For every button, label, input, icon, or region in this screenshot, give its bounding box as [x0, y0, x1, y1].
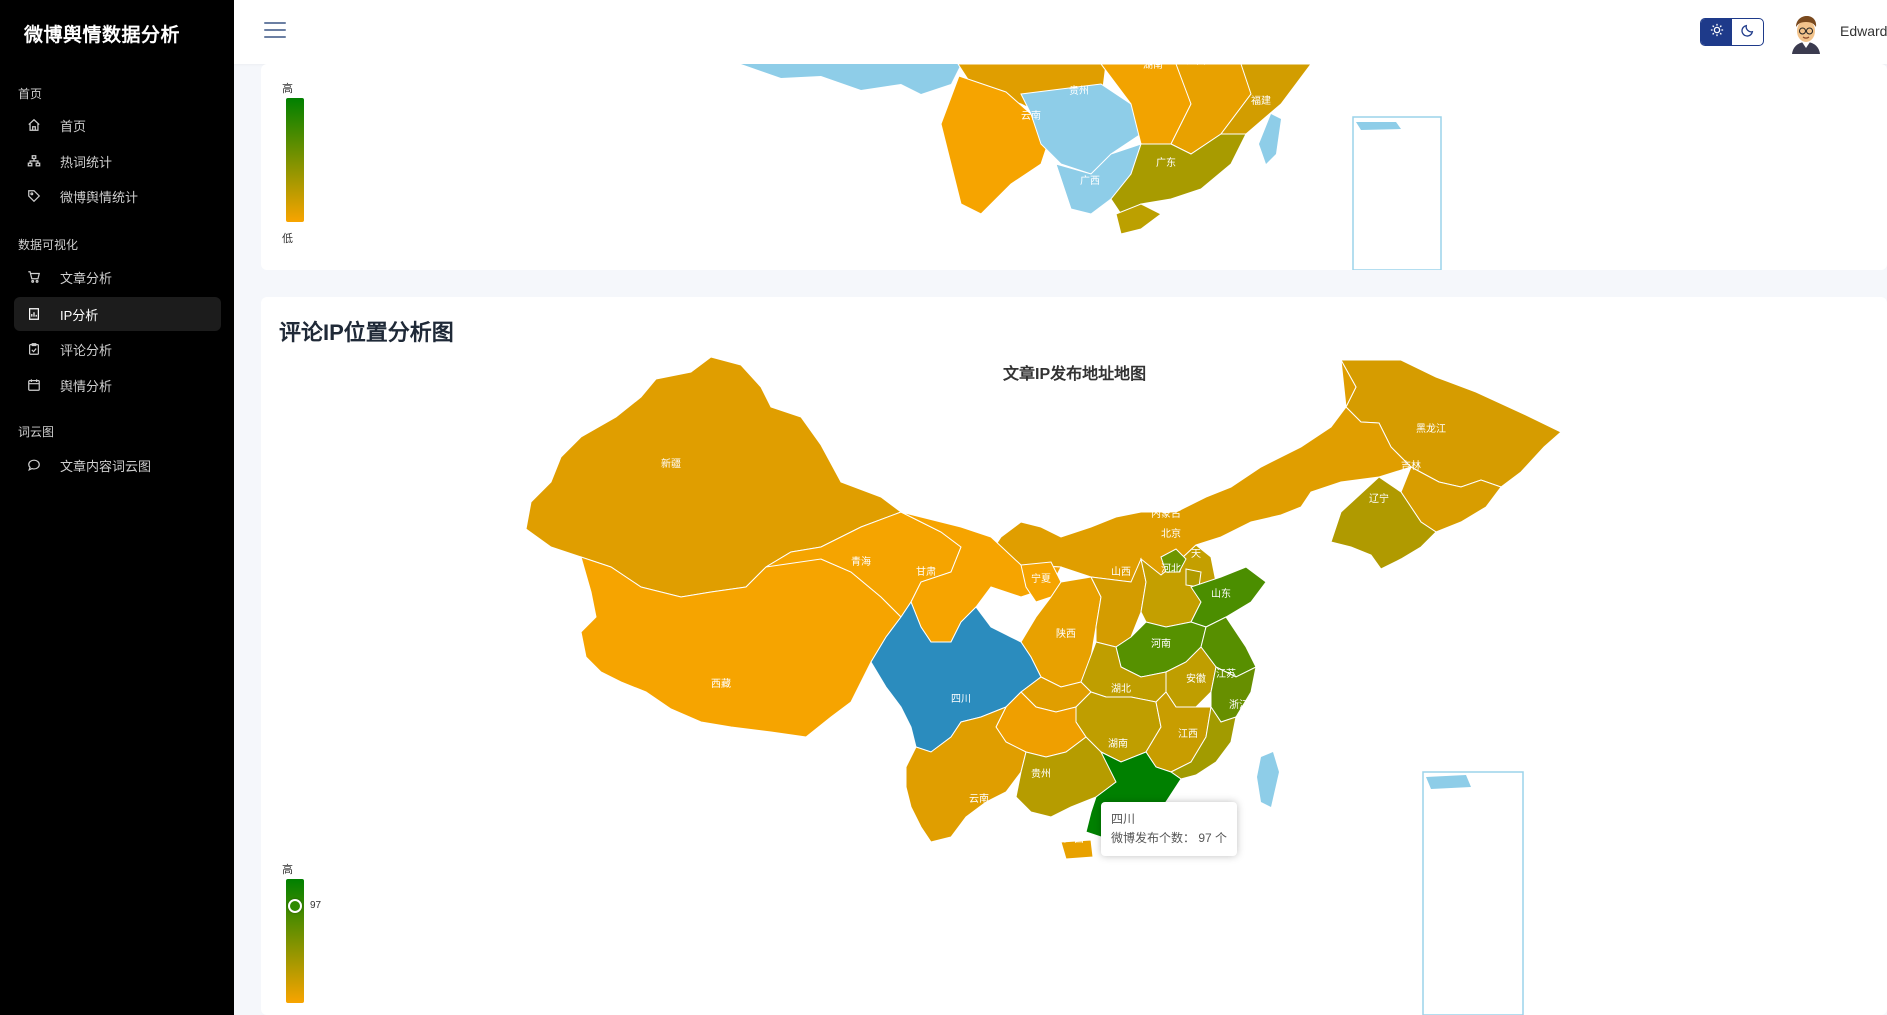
map-label-guangdong: 广东	[1156, 156, 1176, 169]
sidebar-item-sentiment-analysis[interactable]: 舆情分析	[14, 368, 221, 402]
cart-icon	[26, 269, 42, 285]
section-title-wordcloud: 词云图	[18, 425, 55, 439]
visual-map-bar[interactable]	[286, 879, 304, 1003]
map-label: 江苏	[1216, 667, 1236, 680]
map-label-jiangxi: 江西	[1186, 64, 1206, 67]
tag-icon	[26, 188, 42, 204]
sidebar-item-label: 文章内容词云图	[60, 458, 152, 474]
map-label: 安徽	[1186, 672, 1206, 685]
sidebar-item-home[interactable]: 首页	[14, 108, 221, 142]
ip-map-card: 评论IP位置分析图 文章IP发布地址地图 新疆 西藏 青海 甘肃 宁夏 内蒙古 …	[261, 297, 1887, 1015]
moon-icon	[1740, 23, 1755, 42]
section-title-visualization: 数据可视化	[18, 238, 79, 252]
map-label: 云南	[969, 792, 989, 805]
map-label: 湖南	[1108, 737, 1128, 750]
light-theme-button[interactable]	[1701, 19, 1732, 45]
map-label-hunan: 湖南	[1143, 64, 1163, 71]
topbar: Edward	[234, 0, 1887, 64]
map-label: 北京	[1161, 527, 1181, 540]
map-label: 浙江	[1229, 699, 1249, 711]
sidebar-item-article-analysis[interactable]: 文章分析	[14, 260, 221, 294]
map-label: 山西	[1111, 566, 1131, 578]
map-tooltip: 四川 微博发布个数： 97 个	[1101, 802, 1238, 856]
map-label-fujian: 福建	[1251, 94, 1271, 107]
hierarchy-icon	[26, 153, 42, 169]
visual-map-low-label: 低	[282, 233, 293, 245]
sidebar-item-ip-analysis[interactable]: IP分析	[14, 297, 221, 331]
map-label: 宁夏	[1031, 572, 1051, 585]
map-label: 湖北	[1111, 683, 1131, 695]
clipboard-icon	[26, 341, 42, 357]
top-map-card: 高 低 云南 贵州 湖南 江西 福建 广东 广西	[261, 64, 1887, 270]
map-label: 福建	[1211, 775, 1231, 788]
map-label: 江西	[1178, 728, 1198, 740]
map-label: 天	[1191, 549, 1201, 560]
map-label: 吉林	[1401, 459, 1421, 472]
map-label: 河南	[1151, 637, 1171, 650]
home-icon	[26, 117, 42, 133]
sidebar-item-comment-analysis[interactable]: 评论分析	[14, 332, 221, 366]
china-map[interactable]: 新疆 西藏 青海 甘肃 宁夏 内蒙古 黑龙江 吉林 辽宁 北京 天 河北 山西 …	[261, 297, 1887, 1015]
sidebar-item-wordcloud[interactable]: 文章内容词云图	[14, 448, 221, 482]
map-label: 贵州	[1031, 767, 1051, 780]
map-label: 广西	[1064, 833, 1084, 845]
sidebar: 微博舆情数据分析 首页 首页 热词统计 微博舆情统计 数据可视化 文章分析 IP…	[0, 0, 234, 1015]
sidebar-item-label: 文章分析	[60, 270, 113, 286]
tooltip-region: 四川	[1111, 812, 1136, 826]
username[interactable]: Edward	[1840, 23, 1887, 39]
visual-map-high-label: 高	[282, 864, 293, 876]
map-label-guizhou: 贵州	[1069, 84, 1089, 97]
calendar-icon	[26, 377, 42, 393]
south-china-sea-inset	[1422, 771, 1524, 1015]
map-label: 内蒙古	[1151, 507, 1181, 520]
dark-theme-button[interactable]	[1732, 19, 1763, 45]
visual-map-bar[interactable]	[286, 98, 304, 222]
map-label: 四川	[951, 694, 971, 705]
theme-toggle	[1700, 18, 1764, 46]
sidebar-item-weibo-stats[interactable]: 微博舆情统计	[14, 179, 221, 213]
map-label: 山东	[1211, 587, 1231, 600]
sidebar-item-label: 热词统计	[60, 154, 113, 170]
menu-toggle-button[interactable]	[264, 22, 286, 40]
sidebar-item-hot-words[interactable]: 热词统计	[14, 144, 221, 178]
chart-file-icon	[26, 306, 42, 322]
map-label: 甘肃	[916, 565, 936, 578]
visual-map-high-label: 高	[282, 83, 293, 95]
map-label-yunnan: 云南	[1021, 109, 1041, 122]
china-map-partial[interactable]: 云南 贵州 湖南 江西 福建 广东 广西	[261, 64, 1887, 270]
map-label: 青海	[851, 555, 871, 568]
sidebar-item-label: 首页	[60, 118, 87, 134]
map-label: 西藏	[711, 678, 731, 690]
sidebar-item-label: 舆情分析	[60, 378, 113, 394]
sidebar-item-label: IP分析	[60, 307, 99, 323]
section-title-home: 首页	[18, 87, 43, 101]
avatar[interactable]	[1787, 14, 1825, 54]
map-label: 河北	[1161, 563, 1181, 575]
map-label: 新疆	[661, 457, 681, 470]
map-label: 黑龙江	[1416, 422, 1446, 435]
region-taiwan[interactable]	[1257, 752, 1279, 807]
tooltip-value: 微博发布个数： 97 个	[1111, 831, 1228, 845]
sun-icon	[1710, 23, 1724, 42]
map-label: 辽宁	[1369, 492, 1389, 505]
visual-map-pointer-value: 97	[310, 900, 322, 912]
app-brand: 微博舆情数据分析	[24, 25, 181, 46]
sidebar-item-label: 微博舆情统计	[60, 189, 139, 205]
map-label: 陕西	[1056, 627, 1076, 640]
map-label-guangxi: 广西	[1080, 175, 1100, 187]
chat-icon	[26, 457, 42, 473]
sidebar-item-label: 评论分析	[60, 342, 113, 358]
